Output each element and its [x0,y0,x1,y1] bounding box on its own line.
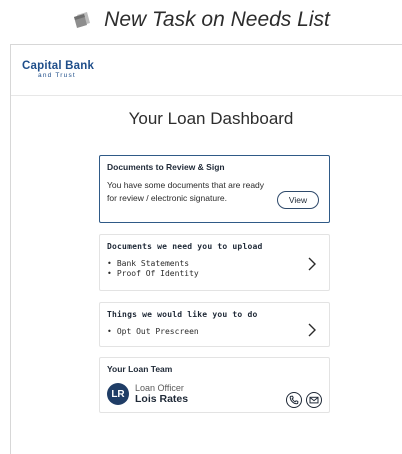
logo-line-2: and Trust [38,72,76,79]
review-sign-card: Documents to Review & Sign You have some… [99,155,330,223]
review-card-title: Documents to Review & Sign [107,162,225,172]
loan-team-card: Your Loan Team LR Loan Officer Lois Rate… [99,357,330,413]
chevron-right-icon[interactable] [307,257,317,271]
app-window: Capital Bank and Trust Your Loan Dashboa… [10,44,402,454]
page-title: Your Loan Dashboard [128,109,294,128]
caption-banner: New Task on Needs List [0,0,402,40]
todo-card[interactable]: Things we would like you to do Opt Out P… [99,302,330,347]
logo-line-1: Capital Bank [22,59,95,72]
list-item: Bank Statements [107,259,322,269]
app-header: Capital Bank and Trust [11,45,402,96]
list-item: Proof Of Identity [107,269,322,279]
chevron-right-icon[interactable] [307,323,317,337]
phone-icon[interactable] [286,392,302,408]
upload-card-title: Documents we need you to upload [107,242,263,251]
upload-list: Bank Statements Proof Of Identity [107,259,322,279]
contact-actions [286,392,322,408]
todo-card-title: Things we would like you to do [107,310,258,319]
review-card-text: You have some documents that are ready f… [107,180,265,203]
list-item: Opt Out Prescreen [107,327,322,337]
todo-list: Opt Out Prescreen [107,327,322,337]
team-member-name: Lois Rates [135,393,189,405]
upload-documents-card[interactable]: Documents we need you to upload Bank Sta… [99,234,330,291]
email-icon[interactable] [306,392,322,408]
avatar: LR [107,383,129,405]
document-icon [72,11,94,29]
bank-logo[interactable]: Capital Bank and Trust [22,59,95,80]
team-member-role: Loan Officer [135,383,184,393]
team-card-title: Your Loan Team [107,364,173,374]
caption-text: New Task on Needs List [104,8,330,31]
view-button[interactable]: View [277,191,319,209]
